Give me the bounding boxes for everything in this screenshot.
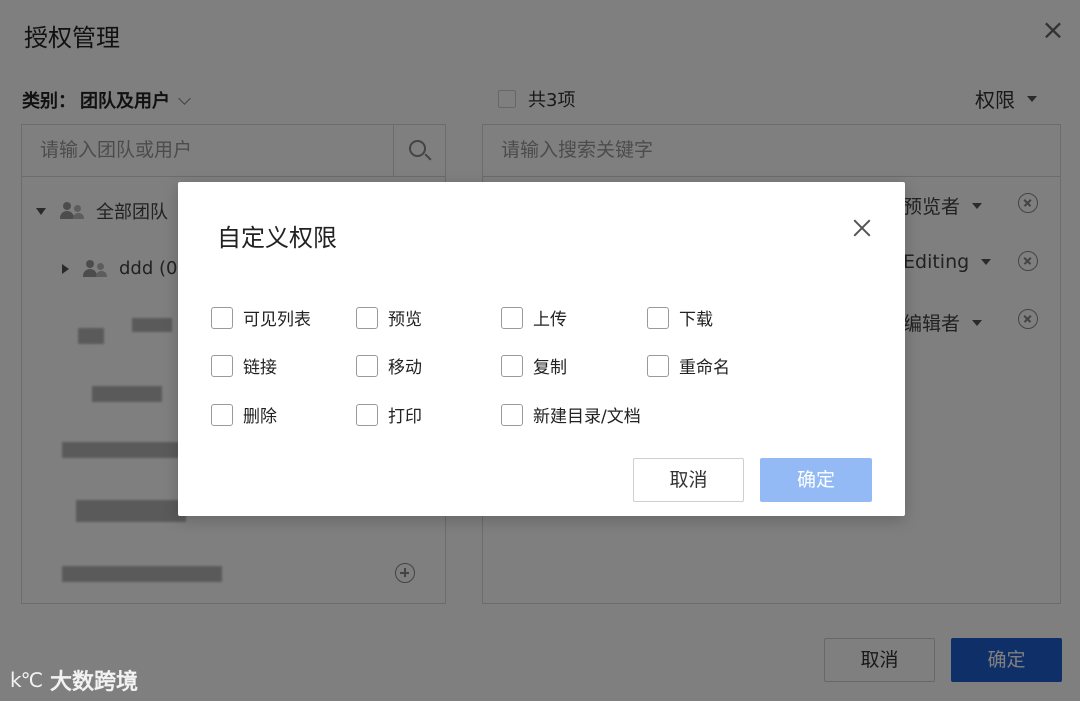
modal-title: 自定义权限: [217, 224, 337, 252]
checkbox[interactable]: [211, 306, 233, 329]
checkbox[interactable]: [356, 306, 378, 329]
permission-option-move[interactable]: 移动: [356, 353, 422, 378]
option-label: 预览: [388, 310, 422, 330]
checkbox[interactable]: [647, 306, 669, 329]
close-icon[interactable]: [850, 216, 874, 240]
permission-option-copy[interactable]: 复制: [501, 353, 567, 378]
checkbox[interactable]: [211, 403, 233, 426]
checkbox[interactable]: [501, 403, 523, 426]
permission-option-visible-list[interactable]: 可见列表: [211, 305, 311, 330]
option-label: 移动: [388, 358, 422, 378]
checkbox[interactable]: [211, 354, 233, 377]
option-label: 可见列表: [243, 310, 311, 330]
option-label: 新建目录/文档: [533, 407, 641, 427]
option-label: 上传: [533, 310, 567, 330]
modal-confirm-button[interactable]: 确定: [760, 458, 872, 502]
permission-option-new-folder-doc[interactable]: 新建目录/文档: [501, 402, 641, 427]
option-label: 重命名: [679, 358, 730, 378]
permission-option-preview[interactable]: 预览: [356, 305, 422, 330]
option-label: 下载: [679, 310, 713, 330]
checkbox[interactable]: [356, 403, 378, 426]
permission-option-rename[interactable]: 重命名: [647, 353, 730, 378]
checkbox[interactable]: [647, 354, 669, 377]
checkbox[interactable]: [501, 306, 523, 329]
permission-option-link[interactable]: 链接: [211, 353, 277, 378]
permission-option-upload[interactable]: 上传: [501, 305, 567, 330]
checkbox[interactable]: [356, 354, 378, 377]
permission-option-print[interactable]: 打印: [356, 402, 422, 427]
modal-cancel-button[interactable]: 取消: [633, 458, 744, 502]
permission-option-delete[interactable]: 删除: [211, 402, 277, 427]
watermark: k℃ 大数跨境: [10, 664, 138, 696]
option-label: 复制: [533, 358, 567, 378]
custom-permission-modal: 自定义权限 可见列表 预览 上传 下载 链接 移动 复制 重命名 删除 打印 新…: [178, 182, 905, 516]
watermark-text: 大数跨境: [50, 670, 139, 695]
checkbox[interactable]: [501, 354, 523, 377]
permission-option-download[interactable]: 下载: [647, 305, 713, 330]
option-label: 链接: [243, 358, 277, 378]
watermark-logo: k℃: [10, 668, 43, 692]
option-label: 打印: [388, 407, 422, 427]
option-label: 删除: [243, 407, 277, 427]
